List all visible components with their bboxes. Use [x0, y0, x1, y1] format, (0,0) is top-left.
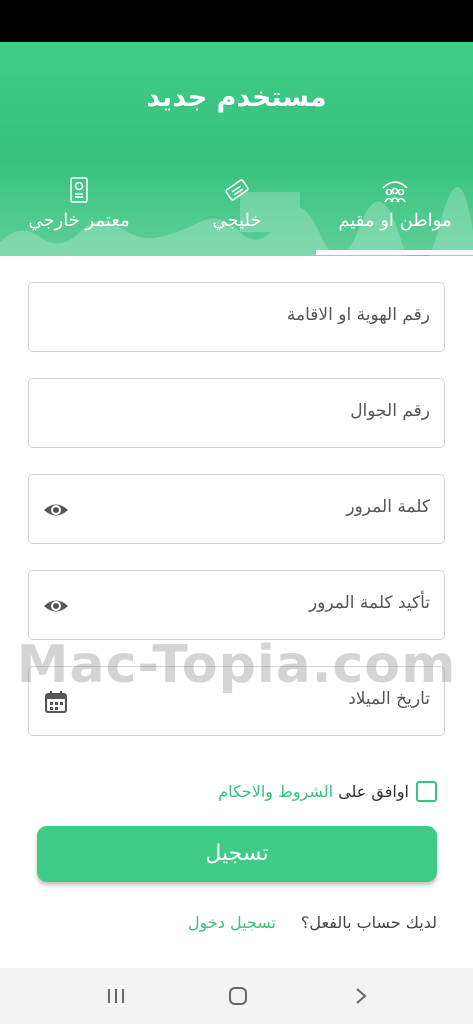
phone-input[interactable]: رقم الجوال — [28, 378, 445, 448]
group-icon — [382, 181, 408, 203]
tab-gulf[interactable]: خليجي — [158, 170, 316, 256]
home-icon[interactable] — [226, 984, 250, 1008]
id-number-placeholder: رقم الهوية او الاقامة — [286, 305, 430, 325]
eye-icon[interactable] — [43, 497, 69, 523]
tab-citizen-resident[interactable]: مواطن او مقيم — [316, 170, 473, 256]
eye-icon[interactable] — [43, 593, 69, 619]
confirm-password-input[interactable]: تأكيد كلمة المرور — [28, 570, 445, 640]
terms-checkbox[interactable] — [416, 781, 437, 802]
recents-icon[interactable] — [104, 984, 128, 1008]
tab-label: مواطن او مقيم — [338, 210, 452, 231]
status-bar — [0, 0, 473, 42]
password-input[interactable]: كلمة المرور — [28, 474, 445, 544]
terms-text: اوافق على الشروط والاحكام — [218, 782, 409, 801]
back-icon[interactable] — [349, 984, 373, 1008]
tab-label: خليجي — [212, 210, 262, 231]
tab-foreign-pilgrim[interactable]: معتمر خارجي — [0, 170, 158, 256]
id-card-icon — [225, 179, 249, 201]
tab-label: معتمر خارجي — [28, 210, 130, 231]
password-placeholder: كلمة المرور — [346, 497, 430, 517]
confirm-password-placeholder: تأكيد كلمة المرور — [308, 593, 430, 613]
header: مستخدم جديد مواطن او مقيم خليجي معتمر خا… — [0, 42, 473, 256]
id-number-input[interactable]: رقم الهوية او الاقامة — [28, 282, 445, 352]
user-type-tabs: مواطن او مقيم خليجي معتمر خارجي — [0, 170, 473, 256]
terms-prefix: اوافق على — [338, 782, 409, 801]
phone-placeholder: رقم الجوال — [350, 401, 430, 421]
terms-agreement: اوافق على الشروط والاحكام — [0, 778, 473, 808]
system-navigation-bar — [0, 968, 473, 1024]
passport-icon — [70, 177, 88, 203]
terms-link[interactable]: الشروط والاحكام — [218, 782, 333, 801]
login-question: لديك حساب بالفعل؟ — [300, 913, 437, 932]
watermark: Mac-Topia.com — [16, 635, 457, 695]
active-tab-indicator — [316, 250, 473, 255]
login-link[interactable]: تسجيل دخول — [188, 913, 276, 932]
page-title: مستخدم جديد — [146, 82, 327, 113]
register-button[interactable]: تسجيل — [37, 826, 437, 882]
login-prompt: لديك حساب بالفعل؟ تسجيل دخول — [0, 913, 473, 939]
